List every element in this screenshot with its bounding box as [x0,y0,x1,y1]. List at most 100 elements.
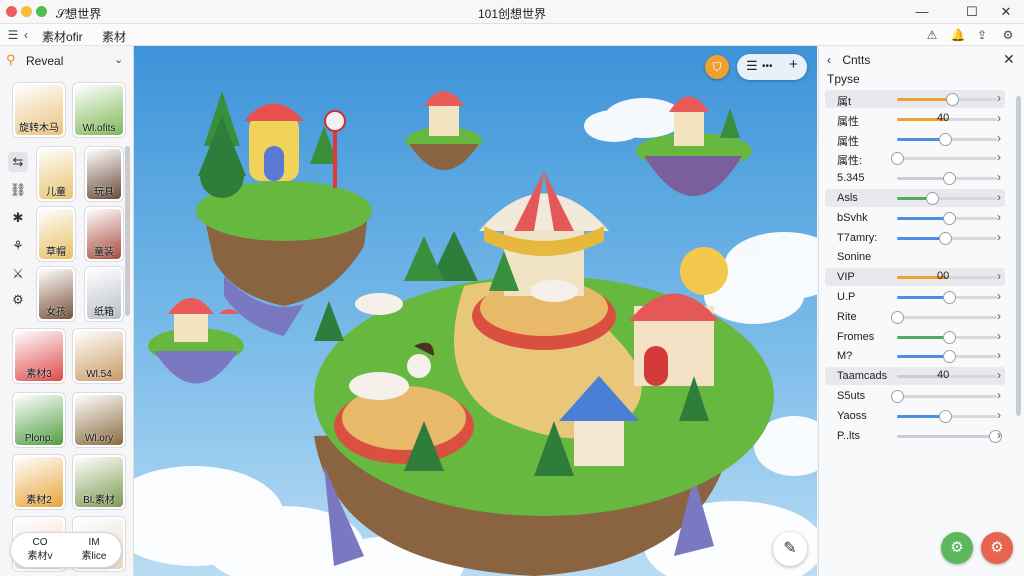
property-row[interactable]: 属t › [825,90,1005,108]
property-row[interactable]: U.P › [825,288,1005,306]
property-slider[interactable] [897,429,1002,443]
warning-icon[interactable]: ⚠ [924,27,940,43]
property-slider[interactable] [891,152,997,166]
property-slider[interactable] [897,172,997,186]
gear-tool-icon[interactable]: ✱ [8,208,28,228]
property-row[interactable]: 属性 › [825,130,1005,148]
property-slider[interactable] [897,291,997,304]
chevron-right-icon[interactable]: › [997,289,1001,303]
back-icon[interactable]: ‹ [18,27,34,43]
minimize-button[interactable]: — [908,2,936,22]
slider-knob[interactable] [939,132,952,146]
slider-knob[interactable] [943,330,956,344]
asset-tile[interactable]: 素材3 [12,328,66,384]
property-slider[interactable] [897,350,997,364]
magic-tool-icon[interactable]: ⚔ [8,264,28,284]
property-slider[interactable] [897,231,997,245]
asset-tile[interactable]: Wl.ory [72,392,126,448]
chevron-right-icon[interactable]: › [997,348,1001,362]
property-row[interactable]: T7amry: › [825,229,1005,247]
property-slider[interactable] [897,330,997,344]
slider-knob[interactable] [943,172,956,186]
scene-canvas[interactable]: ⛉ ☰ ••• + ✎ [134,46,817,576]
slider-knob[interactable] [891,152,904,166]
property-row[interactable]: S5uts › [825,387,1005,405]
menu-item-2[interactable]: 素材 [102,28,126,45]
slider-knob[interactable] [946,93,959,106]
more-icon[interactable]: ••• [762,61,773,72]
property-row[interactable]: 5.345 › [825,169,1005,187]
asset-tile[interactable]: 童装 [84,206,124,262]
asset-tile[interactable]: 儿童 [36,146,76,202]
property-row[interactable]: Fromes › [825,328,1005,346]
slider-knob[interactable] [891,310,904,324]
chevron-right-icon[interactable]: › [997,210,1001,224]
chevron-right-icon[interactable]: › [997,408,1001,422]
chevron-right-icon[interactable]: › [997,269,1001,283]
canvas-toolbar[interactable]: ☰ ••• + [737,54,807,80]
list-icon[interactable]: ☰ [746,58,758,74]
link-tool-icon[interactable]: ⛓ [8,180,28,200]
asset-tile[interactable]: 女孩 [36,266,76,322]
select-tool-icon[interactable]: ⇆ [8,152,28,172]
slider-knob[interactable] [943,291,956,304]
property-slider[interactable] [897,132,997,146]
property-row[interactable]: Yaoss › [825,407,1005,425]
chevron-right-icon[interactable]: › [997,111,1001,125]
property-slider[interactable] [891,310,997,324]
settings-icon[interactable]: ⚙ [1000,27,1016,43]
asset-tile[interactable]: Bl.素材 [72,454,126,510]
bottom-tool-1[interactable]: CO 素材v [15,536,65,564]
minimize-traffic-light[interactable] [21,6,32,17]
slider-knob[interactable] [939,409,952,423]
upload-icon[interactable]: ⇪ [974,27,990,43]
asset-tile[interactable]: Wl.54 [72,328,126,384]
maximize-button[interactable]: ☐ [958,2,986,22]
property-slider[interactable] [897,409,997,423]
property-row[interactable]: 属性 › 40 [825,110,1005,128]
property-row[interactable]: P..lts › [825,427,1005,445]
slider-knob[interactable] [943,211,956,225]
property-row[interactable]: Asls › [825,189,1005,207]
property-row[interactable]: M? › [825,347,1005,365]
cog-tool-icon[interactable]: ⚙ [8,290,28,310]
sidebar-scrollbar[interactable] [125,146,130,316]
brush-icon[interactable]: ✎ [773,532,807,566]
close-button[interactable]: ✕ [992,2,1020,22]
property-row[interactable]: Rite › [825,308,1005,326]
asset-tile[interactable]: 素材2 [12,454,66,510]
chevron-right-icon[interactable]: › [997,150,1001,164]
asset-tile[interactable]: 草帽 [36,206,76,262]
chevron-right-icon[interactable]: › [997,368,1001,382]
property-row[interactable]: 属性: › [825,149,1005,167]
asset-tile[interactable]: 玩具 [84,146,124,202]
red-settings-button[interactable]: ⚙ [981,532,1013,564]
shield-icon[interactable]: ⛉ [705,55,729,79]
property-slider[interactable] [897,192,997,205]
asset-tile[interactable]: 旋转木马 [12,82,66,138]
asset-tile[interactable]: 纸箱 [84,266,124,322]
slider-knob[interactable] [943,350,956,364]
property-row[interactable]: VIP › 00 [825,268,1005,287]
close-traffic-light[interactable] [6,6,17,17]
chevron-right-icon[interactable]: › [997,329,1001,343]
notification-bell-icon[interactable]: 🔔 [950,27,966,43]
panel-close-icon[interactable]: ✕ [1003,51,1015,68]
property-slider[interactable] [897,211,997,225]
back-chevron-icon[interactable]: ‹ [827,53,831,67]
slider-knob[interactable] [939,231,952,245]
menu-item-1[interactable]: 素材ofir [42,28,83,45]
green-settings-button[interactable]: ⚙ [941,532,973,564]
branch-tool-icon[interactable]: ⚘ [8,236,28,256]
chevron-right-icon[interactable]: › [997,170,1001,184]
zoom-traffic-light[interactable] [36,6,47,17]
asset-tile[interactable]: Wl.ofits [72,82,126,138]
property-slider[interactable] [897,93,997,106]
property-row[interactable]: Taamcads › 40 [825,367,1005,386]
property-row[interactable]: bSvhk › [825,209,1005,227]
chevron-right-icon[interactable]: › [997,230,1001,244]
asset-tile[interactable]: Plonp. [12,392,66,448]
chevron-down-icon[interactable]: ⌄ [114,53,123,66]
add-icon[interactable]: + [789,56,798,73]
chevron-right-icon[interactable]: › [997,190,1001,204]
